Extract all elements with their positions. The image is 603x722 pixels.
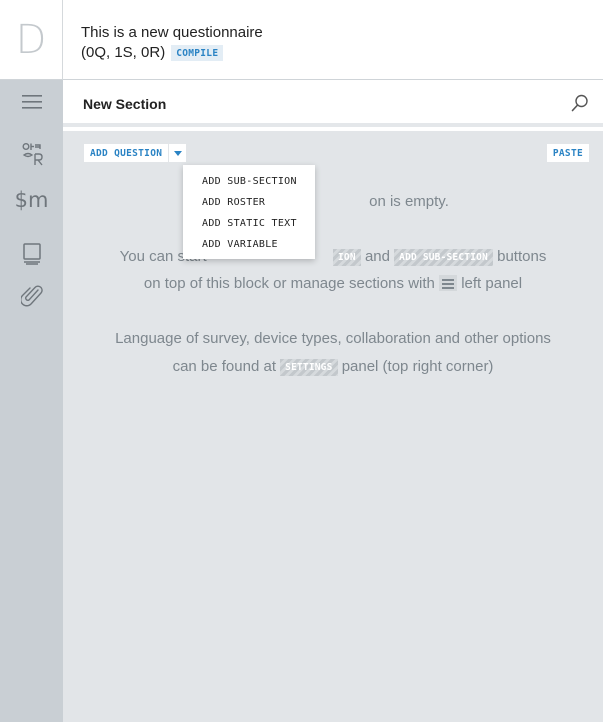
add-menu-toggle[interactable] bbox=[168, 144, 187, 162]
questionnaire-stats: (0Q, 1S, 0R) bbox=[81, 44, 166, 61]
empty-message-line4: Language of survey, device types, collab… bbox=[63, 327, 603, 351]
search-icon bbox=[571, 94, 588, 112]
translation-icon bbox=[22, 143, 43, 166]
questionnaire-stats-row: (0Q, 1S, 0R) COMPILE bbox=[81, 44, 224, 61]
logo-letter: D bbox=[15, 16, 47, 63]
empty-message-line5: can be found at SETTINGS panel (top righ… bbox=[63, 355, 603, 379]
empty-message-line2: You can start ION and ADD SUB-SECTION bu… bbox=[63, 245, 603, 269]
hamburger-menu-icon bbox=[439, 275, 458, 291]
section-bar: New Section bbox=[63, 81, 603, 127]
section-title[interactable]: New Section bbox=[83, 96, 166, 112]
add-sub-section-hint-tag: ADD SUB-SECTION bbox=[394, 249, 493, 266]
add-sub-section-menu-item[interactable]: ADD SUB-SECTION bbox=[183, 171, 315, 192]
empty-message-text: and bbox=[364, 248, 390, 265]
paste-button[interactable]: PASTE bbox=[546, 144, 589, 162]
macros-icon: $m bbox=[14, 188, 49, 212]
add-question-button[interactable]: ADD QUESTION bbox=[84, 144, 169, 162]
lookup-tables-button[interactable] bbox=[0, 234, 63, 274]
section-content-area: ADD QUESTION PASTE on is empty. You can … bbox=[63, 131, 603, 722]
empty-message-text: Language of survey, device types, collab… bbox=[115, 330, 551, 347]
empty-message-text: left panel bbox=[461, 275, 523, 292]
add-roster-menu-item[interactable]: ADD ROSTER bbox=[183, 192, 315, 213]
empty-message-text: on top of this block or manage sections … bbox=[143, 275, 435, 292]
add-question-hint-tag: ION bbox=[333, 249, 361, 266]
attachments-button[interactable] bbox=[0, 276, 63, 316]
add-static-text-menu-item[interactable]: ADD STATIC TEXT bbox=[183, 213, 315, 234]
empty-message-text: buttons bbox=[497, 248, 547, 265]
empty-message-text: panel (top right corner) bbox=[341, 358, 494, 375]
compile-button[interactable]: COMPILE bbox=[171, 44, 224, 61]
translations-button[interactable] bbox=[0, 134, 63, 174]
questionnaire-title[interactable]: This is a new questionnaire bbox=[81, 24, 263, 41]
hamburger-menu-icon bbox=[21, 95, 42, 109]
empty-message-text: on is empty. bbox=[369, 193, 449, 210]
app-logo[interactable]: D bbox=[0, 0, 63, 80]
lookup-tables-icon bbox=[22, 243, 41, 265]
add-menu-dropdown: ADD SUB-SECTION ADD ROSTER ADD STATIC TE… bbox=[183, 165, 315, 259]
caret-down-icon bbox=[173, 150, 182, 156]
add-variable-menu-item[interactable]: ADD VARIABLE bbox=[183, 234, 315, 255]
left-rail: D $m bbox=[0, 0, 63, 722]
sections-menu-button[interactable] bbox=[0, 82, 63, 122]
settings-hint-tag: SETTINGS bbox=[280, 359, 338, 376]
macros-button[interactable]: $m bbox=[0, 180, 63, 220]
attachments-icon bbox=[20, 285, 43, 307]
empty-message-text: can be found at bbox=[172, 358, 276, 375]
questionnaire-header: This is a new questionnaire (0Q, 1S, 0R)… bbox=[63, 0, 603, 80]
search-button[interactable] bbox=[571, 94, 589, 117]
add-question-split-button: ADD QUESTION bbox=[84, 144, 187, 162]
empty-message-line3: on top of this block or manage sections … bbox=[63, 272, 603, 296]
